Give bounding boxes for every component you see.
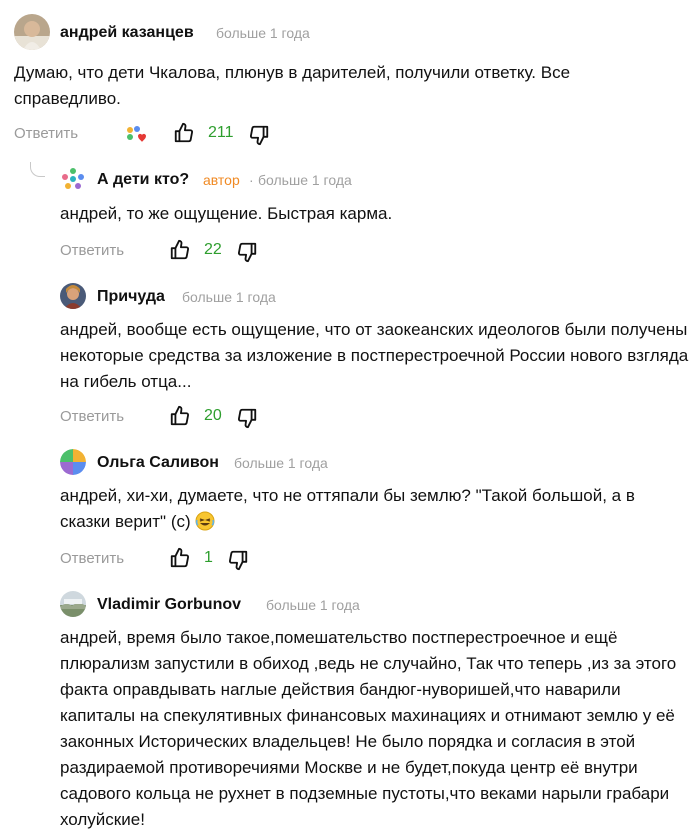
like-icon[interactable] [169,405,191,427]
reply-button[interactable]: Ответить [60,242,124,259]
avatar[interactable] [60,283,86,309]
dislike-icon[interactable] [236,241,258,263]
author-name[interactable]: Ольга Саливон [97,454,219,472]
reply-button[interactable]: Ответить [14,125,78,142]
pie-avatar-icon [60,449,86,475]
meta-separator: · [249,172,254,188]
laughing-emoji-icon [195,511,215,531]
user-photo-icon [60,283,86,309]
comment-time: больше 1 года [216,25,310,41]
reply-button[interactable]: Ответить [60,408,124,425]
reply-button[interactable]: Ответить [60,550,124,567]
author-name[interactable]: А дети кто? [97,171,189,189]
like-count: 1 [204,549,213,566]
author-name[interactable]: Причуда [97,288,165,306]
landscape-photo-icon [60,591,86,617]
comment-text: андрей, время было такое,помешательство … [60,628,677,829]
comment-text-body: андрей, хи-хи, думаете, что не оттяпали … [60,486,635,531]
dislike-icon[interactable] [236,407,258,429]
like-count: 22 [204,241,222,258]
like-icon[interactable] [173,122,195,144]
author-name[interactable]: Vladimir Gorbunov [97,596,241,614]
thread-connector [30,162,45,177]
comment-text: Думаю, что дети Чкалова, плюнув в дарите… [14,63,571,108]
avatar[interactable] [60,591,86,617]
like-icon[interactable] [169,547,191,569]
user-photo-icon [14,14,50,50]
comment-text: андрей, то же ощущение. Быстрая карма. [60,204,393,223]
dislike-icon[interactable] [248,124,270,146]
like-count: 20 [204,407,222,424]
comment-time: больше 1 года [266,597,360,613]
author-badge: автор [203,172,240,188]
like-count: 211 [208,124,234,141]
comment-text: андрей, вообще есть ощущение, что от зао… [60,320,689,391]
avatar[interactable] [14,14,50,50]
avatar[interactable] [60,166,86,192]
comment-time: больше 1 года [258,172,352,188]
reactions-icon[interactable] [124,124,148,146]
dislike-icon[interactable] [227,549,249,571]
comment-time: больше 1 года [182,289,276,305]
comment-text: андрей, хи-хи, думаете, что не оттяпали … [60,483,660,535]
comment-time: больше 1 года [234,455,328,471]
author-name[interactable]: андрей казанцев [60,24,194,42]
avatar[interactable] [60,449,86,475]
like-icon[interactable] [169,239,191,261]
flower-logo-icon [62,168,84,189]
